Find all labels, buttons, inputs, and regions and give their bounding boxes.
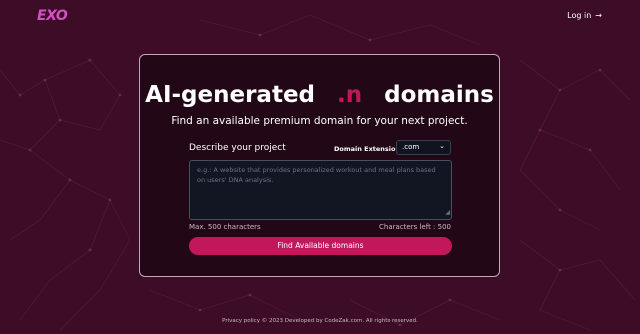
domain-extension-label: Domain Extension xyxy=(334,145,401,153)
login-label: Log in xyxy=(567,11,592,20)
title-start: AI-generated xyxy=(145,82,316,108)
login-link[interactable]: Log in → xyxy=(567,11,602,20)
chevron-down-icon: ⌄ xyxy=(439,142,445,150)
characters-left-counter: Characters left : 500 xyxy=(379,223,451,231)
describe-project-label: Describe your project xyxy=(189,143,286,153)
arrow-right-icon: → xyxy=(595,11,602,20)
find-domains-button[interactable]: Find Available domains xyxy=(189,237,452,255)
title-end: domains xyxy=(384,82,494,108)
domain-extension-value: .com xyxy=(402,143,420,151)
search-card: AI-generated .n domains Find an available … xyxy=(139,54,500,277)
page-subtitle: Find an available premium domain for you… xyxy=(171,115,468,127)
page-title: AI-generated .n domains xyxy=(140,82,499,108)
resize-handle-icon[interactable]: ◢ xyxy=(445,208,450,218)
footer-text: Privacy policy © 2023 Developed by CodeZ… xyxy=(222,318,418,324)
max-characters-note: Max. 500 characters xyxy=(189,223,261,231)
textarea-placeholder: e.g.: A website that provides personaliz… xyxy=(197,166,436,184)
title-extension: .n xyxy=(337,82,363,108)
domain-extension-select[interactable]: .com ⌄ xyxy=(396,140,451,155)
logo[interactable]: EXO xyxy=(37,8,68,24)
project-description-textarea[interactable]: e.g.: A website that provides personaliz… xyxy=(189,160,452,220)
